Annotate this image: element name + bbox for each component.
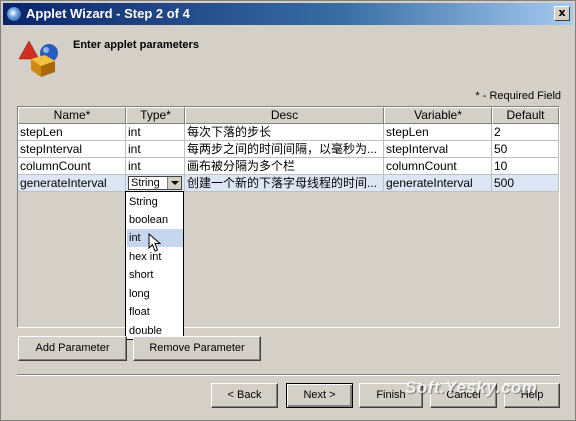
variable-cell[interactable]: generateInterval: [384, 175, 492, 192]
column-header-variable[interactable]: Variable*: [384, 107, 492, 124]
column-header-type[interactable]: Type*: [126, 107, 185, 124]
type-cell[interactable]: int: [126, 141, 185, 158]
desc-cell[interactable]: 每次下落的步长: [185, 124, 384, 141]
dropdown-option-boolean[interactable]: boolean: [127, 211, 183, 229]
table-row-selected[interactable]: generateInterval String 创建一个新的下落字母线程的时间.…: [18, 175, 559, 192]
desc-cell[interactable]: 创建一个新的下落字母线程的时间...: [185, 175, 384, 192]
default-cell[interactable]: 500: [492, 175, 559, 192]
table-row[interactable]: columnCount int 画布被分隔为多个栏 columnCount 10: [18, 158, 559, 175]
variable-cell[interactable]: stepInterval: [384, 141, 492, 158]
type-cell[interactable]: String: [126, 175, 185, 192]
required-field-note: * - Required Field: [475, 90, 561, 102]
type-dropdown-list: String boolean int hex int short long fl…: [125, 191, 184, 340]
type-combobox[interactable]: String: [128, 176, 182, 190]
divider: [17, 374, 560, 376]
back-button[interactable]: < Back: [211, 383, 278, 408]
watermark: Soft.Yesky.com: [405, 378, 538, 397]
dropdown-option-float[interactable]: float: [127, 303, 183, 321]
chevron-down-icon[interactable]: [167, 177, 181, 189]
default-cell[interactable]: 50: [492, 141, 559, 158]
name-cell[interactable]: generateInterval: [18, 175, 126, 192]
table-row[interactable]: stepLen int 每次下落的步长 stepLen 2: [18, 124, 559, 141]
remove-parameter-button[interactable]: Remove Parameter: [133, 336, 261, 361]
desc-cell[interactable]: 每两步之间的时间间隔，以毫秒为...: [185, 141, 384, 158]
default-cell[interactable]: 10: [492, 158, 559, 175]
parameters-table: Name* Type* Desc Variable* Default stepL…: [17, 106, 560, 328]
window-title: Applet Wizard - Step 2 of 4: [26, 6, 190, 21]
variable-cell[interactable]: columnCount: [384, 158, 492, 175]
type-cell[interactable]: int: [126, 158, 185, 175]
title-bar: Applet Wizard - Step 2 of 4 x: [3, 3, 573, 25]
mouse-pointer-icon: [148, 233, 162, 252]
desc-cell[interactable]: 画布被分隔为多个栏: [185, 158, 384, 175]
type-combobox-value: String: [131, 177, 160, 189]
name-cell[interactable]: stepInterval: [18, 141, 126, 158]
column-header-name[interactable]: Name*: [18, 107, 126, 124]
next-button[interactable]: Next >: [286, 383, 353, 408]
dropdown-option-string[interactable]: String: [127, 193, 183, 211]
table-row[interactable]: stepInterval int 每两步之间的时间间隔，以毫秒为... step…: [18, 141, 559, 158]
dropdown-option-short[interactable]: short: [127, 266, 183, 284]
dropdown-option-long[interactable]: long: [127, 285, 183, 303]
name-cell[interactable]: columnCount: [18, 158, 126, 175]
default-cell[interactable]: 2: [492, 124, 559, 141]
column-header-default[interactable]: Default: [492, 107, 559, 124]
page-heading: Enter applet parameters: [73, 39, 199, 51]
wizard-shapes-icon: [19, 40, 58, 77]
name-cell[interactable]: stepLen: [18, 124, 126, 141]
applet-wizard-dialog: Applet Wizard - Step 2 of 4 x Enter appl…: [0, 0, 576, 421]
add-parameter-button[interactable]: Add Parameter: [18, 336, 127, 361]
close-button[interactable]: x: [554, 6, 570, 21]
type-cell[interactable]: int: [126, 124, 185, 141]
column-header-desc[interactable]: Desc: [185, 107, 384, 124]
variable-cell[interactable]: stepLen: [384, 124, 492, 141]
app-icon: [6, 6, 22, 22]
